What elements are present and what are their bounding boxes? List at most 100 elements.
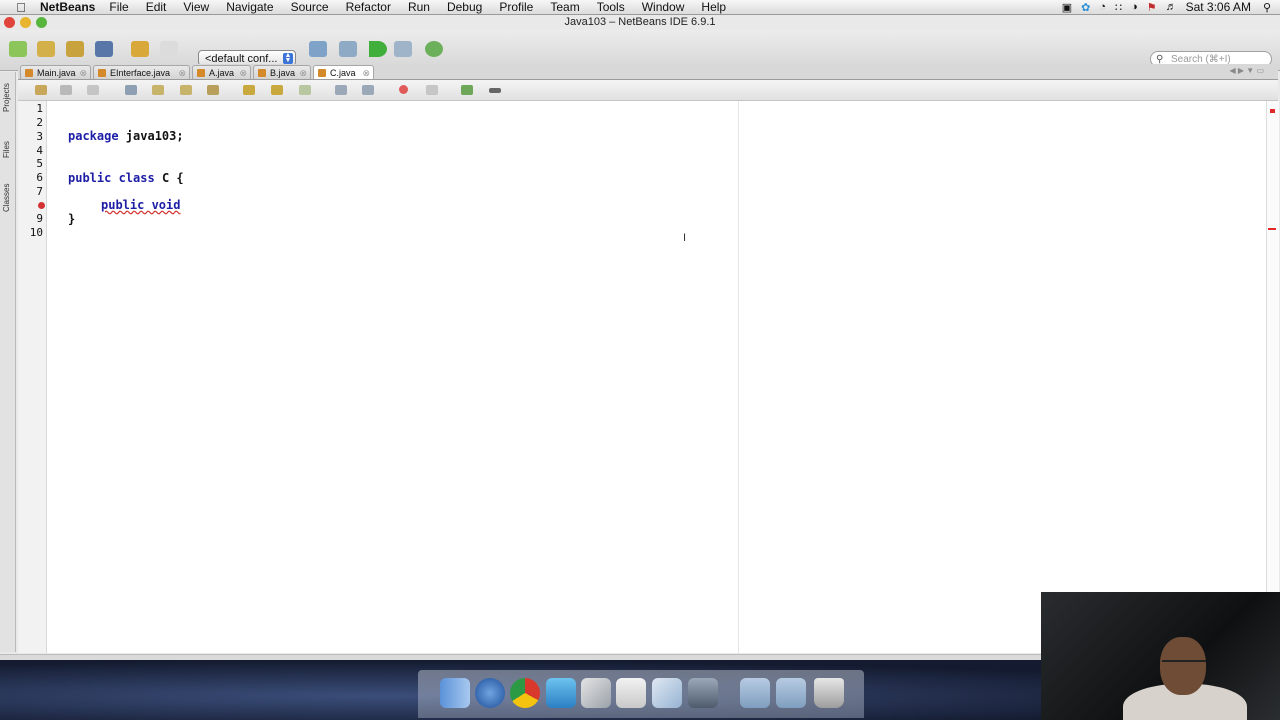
code-editor[interactable]: package java103; public class C { public…	[47, 101, 1266, 653]
documents-folder-icon[interactable]	[776, 678, 806, 708]
wifi-icon[interactable]: ◑	[1131, 1, 1138, 13]
twitter-icon[interactable]: ✿	[1081, 1, 1090, 14]
code-line: package java103;	[68, 129, 184, 143]
save-all-icon[interactable]	[95, 41, 113, 57]
error-stripe-marker[interactable]	[1270, 109, 1275, 113]
tab-einterface-java[interactable]: EInterface.java ⊗	[93, 65, 190, 79]
tab-label: Main.java	[37, 68, 76, 78]
preview-icon[interactable]	[581, 678, 611, 708]
textedit-icon[interactable]	[616, 678, 646, 708]
twitter-app-icon[interactable]	[546, 678, 576, 708]
run-icon[interactable]	[369, 41, 387, 57]
error-stripe-marker[interactable]	[1268, 228, 1276, 230]
toggle-bookmark-icon[interactable]	[299, 85, 311, 95]
close-tab-icon[interactable]: ⊗	[362, 66, 370, 80]
close-tab-icon[interactable]: ⊗	[239, 66, 247, 80]
line-number: 5	[36, 157, 43, 170]
line-number: 10	[29, 226, 43, 239]
last-edit-icon[interactable]	[35, 85, 47, 95]
sidebar-tab-projects[interactable]: Projects	[2, 72, 13, 112]
menu-refactor[interactable]: Refactor	[346, 0, 391, 14]
start-macro-icon[interactable]	[399, 85, 408, 94]
line-number: 6	[36, 171, 43, 184]
build-icon[interactable]	[309, 41, 327, 57]
menu-edit[interactable]: Edit	[146, 0, 167, 14]
debug-icon[interactable]	[394, 41, 412, 57]
volume-icon[interactable]: ♬	[1166, 1, 1177, 13]
tab-a-java[interactable]: A.java ⊗	[192, 65, 251, 79]
trash-icon[interactable]	[814, 678, 844, 708]
line-number: 4	[36, 144, 43, 157]
toggle-highlight-icon[interactable]	[207, 85, 219, 95]
find-previous-icon[interactable]	[152, 85, 164, 95]
netbeans-icon[interactable]	[652, 678, 682, 708]
tab-main-java[interactable]: Main.java ⊗	[20, 65, 91, 79]
menu-window[interactable]: Window	[642, 0, 685, 14]
spotlight-icon[interactable]: ⚲	[1263, 1, 1271, 14]
undo-icon[interactable]	[131, 41, 149, 57]
menu-run[interactable]: Run	[408, 0, 430, 14]
tab-b-java[interactable]: B.java ⊗	[253, 65, 311, 79]
shift-right-icon[interactable]	[362, 85, 374, 95]
close-tab-icon[interactable]: ⊗	[299, 66, 307, 80]
flag-icon[interactable]: ⚑	[1147, 1, 1157, 14]
tab-c-java[interactable]: C.java ⊗	[313, 65, 374, 79]
editor-toolbar	[18, 80, 1278, 101]
tab-navigation-icon[interactable]: ◀ ▶ ▼ ▭	[1230, 66, 1264, 75]
forward-icon[interactable]	[87, 85, 99, 95]
photo-booth-icon[interactable]	[688, 678, 718, 708]
quicktime-icon[interactable]	[475, 678, 505, 708]
applications-folder-icon[interactable]	[740, 678, 770, 708]
java-file-icon	[258, 69, 266, 77]
webcam-overlay	[1041, 592, 1280, 720]
sidebar-tab-classes[interactable]: Classes	[2, 172, 13, 212]
menu-source[interactable]: Source	[291, 0, 329, 14]
next-bookmark-icon[interactable]	[271, 85, 283, 95]
stop-macro-icon[interactable]	[426, 85, 438, 95]
line-number: 3	[36, 130, 43, 143]
clock[interactable]: Sat 3:06 AM	[1186, 0, 1251, 14]
close-tab-icon[interactable]: ⊗	[178, 66, 186, 80]
profile-icon[interactable]	[425, 41, 443, 57]
code-line: }	[68, 212, 76, 226]
menu-app-name[interactable]: NetBeans	[40, 0, 95, 14]
uncomment-icon[interactable]	[489, 88, 501, 93]
clean-build-icon[interactable]	[339, 41, 357, 57]
new-file-icon[interactable]	[9, 41, 27, 57]
menu-team[interactable]: Team	[550, 0, 579, 14]
sidebar-tab-files[interactable]: Files	[2, 128, 13, 158]
zoom-window-button[interactable]	[36, 17, 47, 28]
find-icon[interactable]	[125, 85, 137, 95]
shift-left-icon[interactable]	[335, 85, 347, 95]
bluetooth-icon[interactable]: ∷	[1115, 1, 1122, 14]
menu-help[interactable]: Help	[701, 0, 726, 14]
open-project-icon[interactable]	[66, 41, 84, 57]
java-file-icon	[98, 69, 106, 77]
apple-icon[interactable]: 	[14, 0, 28, 15]
finder-icon[interactable]	[440, 678, 470, 708]
text-cursor-icon: I	[683, 232, 687, 244]
comment-icon[interactable]	[461, 85, 473, 95]
menu-profile[interactable]: Profile	[499, 0, 533, 14]
minimize-window-button[interactable]	[20, 17, 31, 28]
menu-tools[interactable]: Tools	[597, 0, 625, 14]
find-next-icon[interactable]	[180, 85, 192, 95]
menu-navigate[interactable]: Navigate	[226, 0, 273, 14]
new-project-icon[interactable]	[37, 41, 55, 57]
select-arrows-icon: ▲ ▼	[283, 52, 293, 64]
previous-bookmark-icon[interactable]	[243, 85, 255, 95]
camera-icon[interactable]: ▣	[1062, 1, 1072, 14]
chrome-icon[interactable]	[510, 678, 540, 708]
menu-file[interactable]: File	[109, 0, 128, 14]
editor-tab-bar: Main.java ⊗ EInterface.java ⊗ A.java ⊗ B…	[18, 64, 1278, 80]
time-machine-icon[interactable]: ◔	[1099, 1, 1106, 13]
menu-view[interactable]: View	[183, 0, 209, 14]
close-tab-icon[interactable]: ⊗	[79, 66, 87, 80]
menu-debug[interactable]: Debug	[447, 0, 482, 14]
line-number: 1	[36, 102, 43, 115]
redo-icon[interactable]	[160, 41, 178, 57]
back-icon[interactable]	[60, 85, 72, 95]
close-window-button[interactable]	[4, 17, 15, 28]
error-marker-icon[interactable]	[38, 202, 45, 209]
code-text: java103;	[118, 129, 184, 143]
